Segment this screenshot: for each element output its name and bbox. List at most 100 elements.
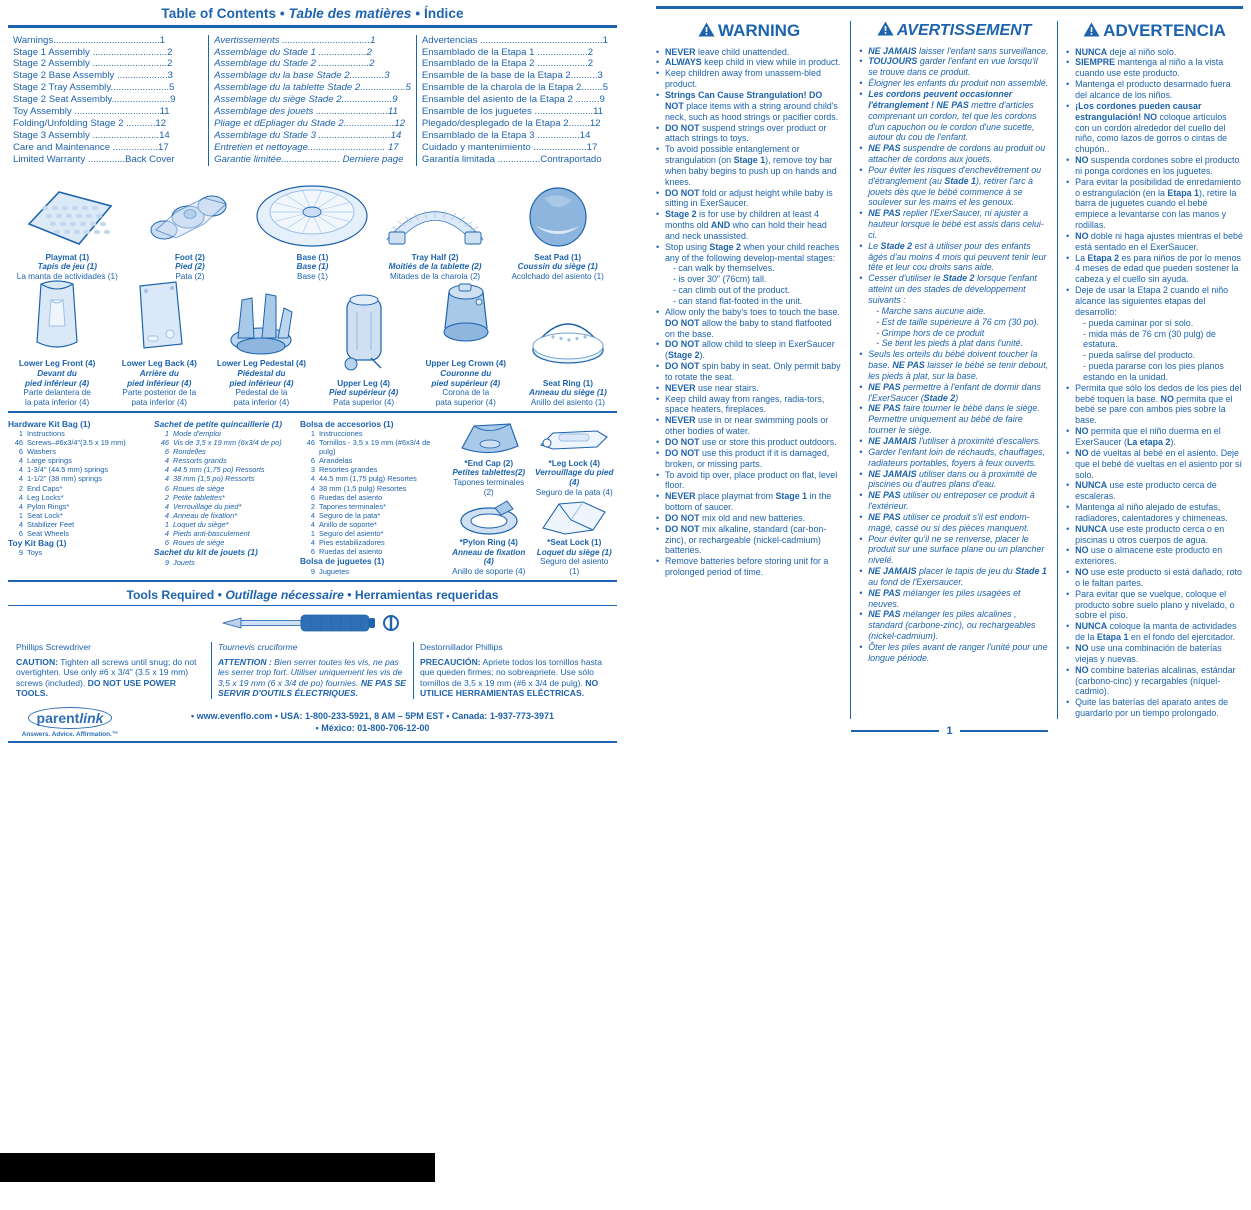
warning-item: Éloigner les enfants du produit non asse… [859,78,1049,89]
warning-item: SIEMPRE mantenga al niño a la vista cuan… [1066,57,1243,79]
page-number: 1 [946,724,953,737]
screwdriver-icon [0,610,625,636]
warning-item: NE PAS utiliser ce produit s'il est endo… [859,512,1049,534]
part-label-es: Parte posterior de la pata inferior (4) [122,388,197,408]
kit-item-qty: 4 [18,492,23,502]
kit-item-label: Anneau de fixation* [173,510,238,520]
tools-title-es: Herramientas requeridas [354,587,499,602]
part-label-en: Tray Half (2) [411,252,459,262]
part-label-en: Base (1) [296,252,329,262]
part-label-es: Pata superior (4) [333,398,395,408]
kit-item-label: Juguetes [319,566,349,576]
kit-list-item: 4 38 mm (1,5 po) Ressorts [154,474,294,483]
part-item: Tray Half (2) Moitiés de la tablette (2) M… [374,176,497,282]
toc-entry: Assemblage du la base Stade 2...........… [214,70,390,82]
warning-item: Permita que sólo los dedos de los pies d… [1066,383,1243,426]
kit-item-qty: 1 [18,510,23,520]
toc-sep-1: • [276,6,289,21]
kit-item-qty: 4 [164,465,169,475]
kit-item-label: Mode d'emploi [173,428,221,438]
kit-item-qty: 6 [164,538,169,548]
part-label-es: Parte delantera de la pata inferior (4) [23,388,91,408]
small-part-label-fr: Petites tablettes(2) [452,468,526,478]
small-part-label-es: Anillo de soporte (4) [452,567,526,577]
part-caption: Seat Ring (1) Anneau du siège (1) Anillo d… [519,379,617,408]
small-part-label-es: Seguro del asiento (1) [540,557,609,577]
tray-half-part [376,176,495,250]
small-part-item: *End Cap (2) Petites tablettes(2) Tapones … [449,419,528,498]
kit-item-label: Ruedas del asiento [319,547,383,557]
pylon-ring-part [449,498,528,538]
kit-item-qty: 1 [164,519,169,529]
warning-item: Garder l'enfant loin de réchauds, chauff… [859,447,1049,469]
warning-sub-item: - Se tient les pieds à plat dans l'unité… [876,338,1023,349]
tools-title-en: Tools Required [126,587,215,602]
warning-item: NE PAS utiliser ou entreposer ce produit… [859,490,1049,512]
kit-item-qty: 4 [18,474,23,484]
toc-entry: Garantía limitada ................Contra… [421,153,602,165]
kit-item-label: Vis de 3,5 x 19 mm (6x3/4 de po) [173,438,282,448]
warning-triangle-icon [698,22,715,42]
kit-list-item: 6 Roues de siège [154,484,294,493]
kit-list-item: 1 Instrucciones [300,429,440,438]
kit-item-qty: 6 [18,447,23,457]
part-label-en: Upper Leg Crown (4) [425,358,507,368]
part-label-fr: Couronne du pied supérieur (4) [431,368,501,388]
kit-item-qty: 4 [310,538,315,548]
kit-list-item: 3 Resortes grandes [300,465,440,474]
kit-list-item: 1 Mode d'emploi [154,429,294,438]
kit-item-qty: 4 [18,456,23,466]
kit-list-item: 6 Arandelas [300,456,440,465]
toc-entry: Entretien et nettoyage..................… [214,141,399,153]
part-item: Upper Leg (4) Pied supérieur (4) Pata supe… [313,294,415,408]
kit-list-item: 4 Anillo de soporte* [300,520,440,529]
toc-entry: Stage 2 Tray Assembly...................… [13,82,175,94]
parentlink-logo: parentlink Answers. Advice. Affirmation.… [10,707,130,738]
toc-entry: Warnings................................… [13,34,166,46]
kit-item-qty: 1 [310,528,315,538]
tools-required-title: Tools Required • Outillage nécessaire • … [0,588,625,602]
toc-entry: Limited Warranty ..............Back Cove… [13,153,175,165]
part-label-en: Lower Leg Back (4) [121,358,197,368]
part-item: Foot (2) Pied (2) Pata (2) [129,176,252,282]
kit-heading-secondary: Sachet du kit de jouets (1) [154,547,258,558]
warning-sub-item: - can stand flat-footed in the unit. [673,296,803,306]
tool-caution-es: PRECAUCIÓN: Apriete todos los tornillos … [420,657,609,699]
kit-list-item: 9 Toys [8,548,148,557]
left-page: Table of Contents • Table des matières •… [0,0,625,800]
part-label-en: Playmat (1) [45,252,90,262]
kit-item-qty: 6 [310,456,315,466]
warning-list-es: NUNCA deje al niño solo.SIEMPRE mantenga… [1066,47,1243,719]
kit-item-qty: 1 [310,428,315,438]
warning-item: NEVER use near stairs. [656,383,842,394]
small-part-label-en: *Seat Lock (1) [547,537,602,547]
kit-list-item: 1 Instructions [8,429,148,438]
warning-item: La Etapa 2 es para niños de por lo menos… [1066,253,1243,286]
lower-leg-back-part [110,281,208,356]
parts-divider-rule [8,410,617,413]
kit-item-label: Verrouillage du pied* [173,501,242,511]
kit-list-item: 46 Vis de 3,5 x 19 mm (6x3/4 de po) [154,438,294,447]
warning-item: TOUJOURS garder l'enfant en vue lorsqu'i… [859,56,1049,78]
warning-sub-item: - mida más de 76 cm (30 pulg) de estatur… [1083,328,1216,350]
kit-list-item: 4 Pies estabilizadores [300,538,440,547]
small-part-label-fr: Anneau de fixation (4) [452,547,526,567]
part-item: Seat Ring (1) Anneau du siège (1) Anillo d… [517,302,619,408]
toc-entry: Ensamble de la charola de la Etapa 2....… [421,82,609,94]
warning-item: DO NOT fold or adjust height while baby … [656,188,842,210]
kit-list-item: 46 Tornillos - 3,5 x 19 mm (#6x3/4 de pul… [300,438,440,456]
kit-item-qty: 4 [164,501,169,511]
toc-entry: Toy Assembly ...........................… [13,106,170,118]
seat-ring-part [519,302,617,376]
toc-divider-rule [8,25,617,28]
seat-lock-part [535,498,614,538]
page-number-rule-right [959,730,1048,732]
warning-heading-fr: AVERTISSEMENT [859,21,1049,41]
part-label-en: Seat Pad (1) [534,252,582,262]
kit-list-item: 9 Juguetes [300,567,440,576]
kit-list-item: 9 Jouets [154,558,294,567]
warning-sub-item: - can walk by themselves. [673,263,775,274]
kit-item-label: Ressorts grands [173,456,227,466]
warning-item: Seuls les orteils du bébé doivent touche… [859,349,1049,382]
small-part-caption: *End Cap (2) Petites tablettes(2) Tapones … [449,459,528,498]
